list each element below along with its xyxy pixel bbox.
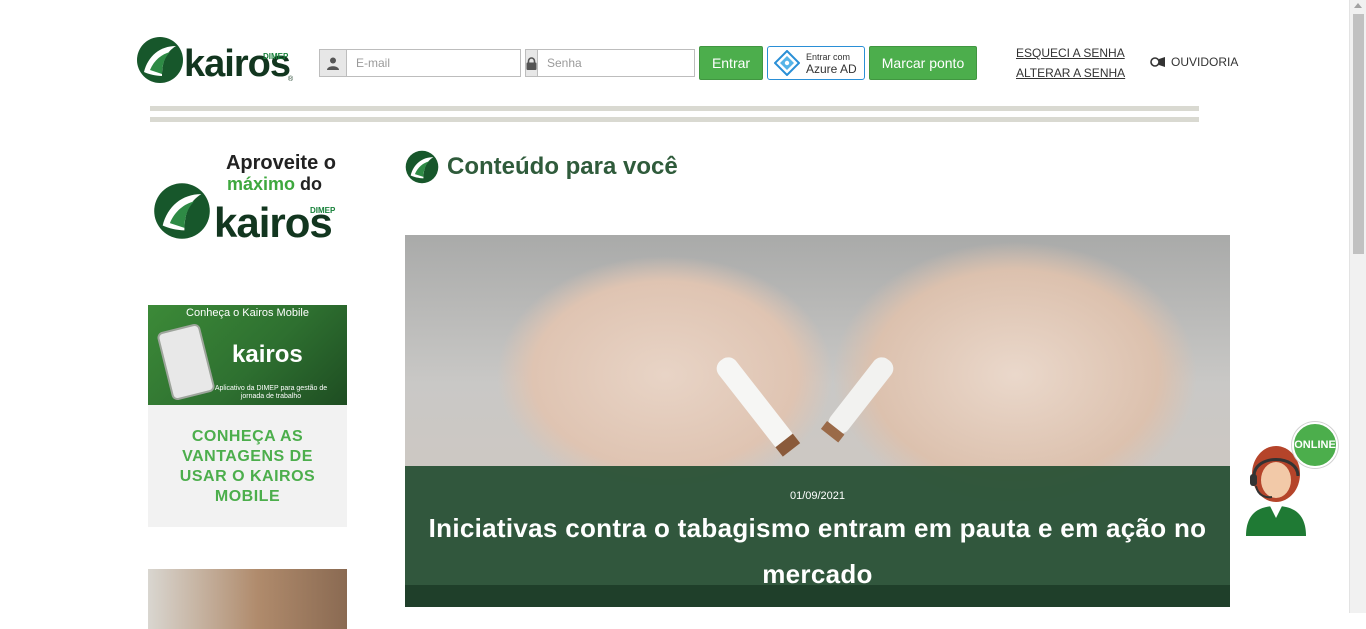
divider-bottom — [150, 117, 1199, 122]
promo-line2-dark: do — [300, 174, 323, 194]
promo-line1: Aproveite o — [225, 152, 336, 174]
mobile-image-caption: Aplicativo da DIMEP para gestão de jorna… — [214, 385, 328, 400]
section-header: Conteúdo para você — [405, 150, 678, 184]
logo-registered: ® — [288, 76, 294, 83]
article-date: 01/09/2021 — [789, 490, 846, 502]
azure-big-label: Azure AD — [806, 62, 857, 76]
ouvidoria-link[interactable]: OUVIDORIA — [1150, 55, 1238, 69]
user-icon — [320, 50, 347, 76]
kairos-promo-banner[interactable]: Aproveite o máximo do kairos DIMEP — [150, 150, 350, 250]
ouvidoria-label: OUVIDORIA — [1171, 55, 1239, 69]
clock-in-button[interactable]: Marcar ponto — [869, 46, 977, 80]
mobile-image-wordmark: kairos — [232, 341, 303, 368]
kairos-logo-icon — [137, 37, 183, 83]
kairos-mobile-image: Conheça o Kairos Mobile kairos Aplicativ… — [148, 305, 347, 405]
login-button[interactable]: Entrar — [699, 46, 763, 80]
azure-ad-login-button[interactable]: Entrar com Azure AD — [767, 46, 865, 80]
mobile-image-header: Conheça o Kairos Mobile — [186, 307, 309, 319]
online-chat-widget[interactable]: ONLINE — [1240, 420, 1340, 540]
promo-brand: DIMEP — [310, 206, 336, 215]
next-card-image[interactable] — [148, 569, 347, 629]
section-title: Conteúdo para você — [447, 153, 678, 180]
page-scrollbar[interactable] — [1349, 0, 1366, 613]
promo-line2-green: máximo — [227, 174, 296, 194]
mobile-card-title: CONHEÇA AS VANTAGENS DE USAR O KAIROS MO… — [179, 428, 316, 505]
scrollbar-thumb[interactable] — [1353, 14, 1364, 254]
section-logo-icon — [405, 150, 439, 184]
megaphone-icon — [1150, 57, 1165, 67]
azure-ad-icon — [774, 50, 800, 76]
forgot-password-link[interactable]: ESQUECI A SENHA — [1016, 46, 1125, 60]
online-badge: ONLINE — [1292, 422, 1338, 468]
email-field — [319, 49, 521, 77]
kairos-mobile-card[interactable]: Conheça o Kairos Mobile kairos Aplicativ… — [148, 305, 347, 527]
promo-logo-icon — [154, 183, 210, 239]
kairos-logo[interactable]: kairos DIMEP ® — [136, 34, 296, 86]
change-password-link[interactable]: ALTERAR A SENHA — [1016, 66, 1125, 80]
lock-icon — [526, 50, 538, 76]
article-headline[interactable]: Iniciativas contra o tabagismo entram em… — [425, 505, 1210, 597]
scroll-up-arrow-icon[interactable] — [1354, 3, 1362, 8]
logo-wordmark: kairos — [184, 43, 291, 85]
email-input[interactable] — [347, 50, 520, 76]
password-input[interactable] — [538, 50, 711, 76]
divider-top — [150, 106, 1199, 111]
promo-line2: máximo do — [227, 174, 322, 195]
featured-article[interactable]: 01/09/2021 Iniciativas contra o tabagism… — [405, 235, 1230, 607]
password-field — [525, 49, 711, 77]
logo-brand: DIMEP — [263, 52, 289, 61]
